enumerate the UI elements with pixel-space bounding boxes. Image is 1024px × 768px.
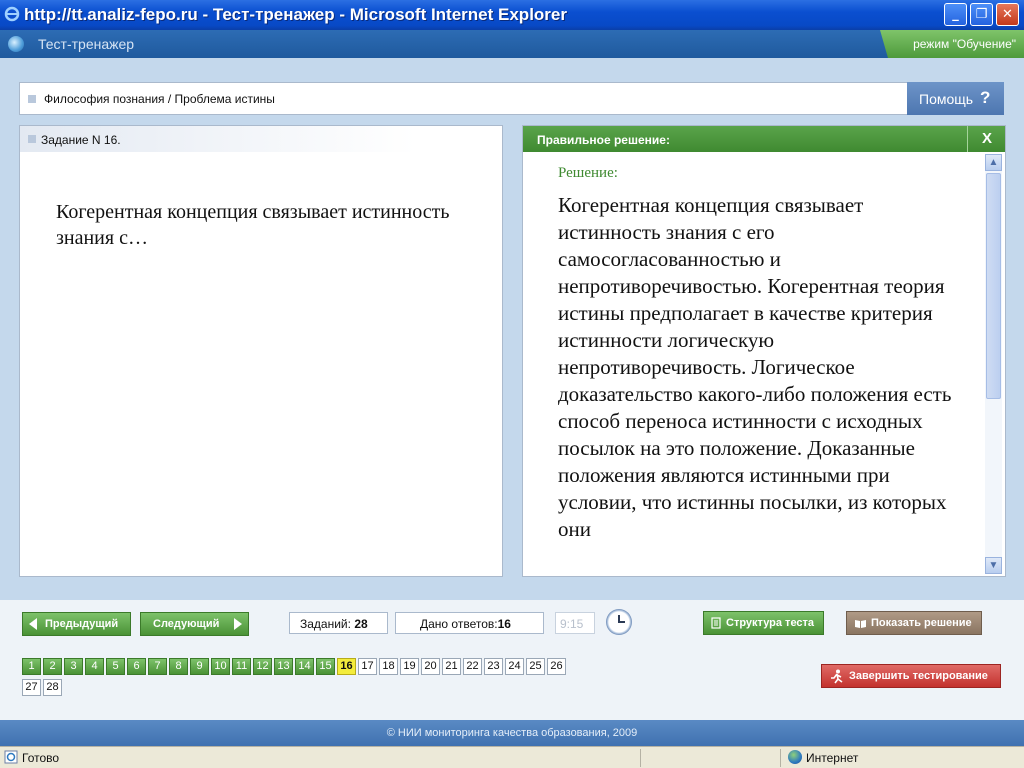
solution-heading: Решение: <box>558 165 618 181</box>
question-number-button[interactable]: 13 <box>274 658 293 675</box>
question-mark-icon: ? <box>980 88 991 107</box>
question-number-button[interactable]: 22 <box>463 658 482 675</box>
question-number-button[interactable]: 18 <box>379 658 398 675</box>
question-number-button[interactable]: 28 <box>43 679 62 696</box>
maximize-button[interactable]: ❐ <box>970 3 993 26</box>
bullet-square-icon <box>28 95 36 103</box>
question-number-button[interactable]: 2 <box>43 658 62 675</box>
solution-header: Правильное решение: X <box>523 126 1005 152</box>
question-number-button[interactable]: 4 <box>85 658 104 675</box>
answers-count-label: Дано ответов: <box>420 617 498 631</box>
app-header: Тест-тренажер режим "Обучение" <box>0 30 1024 58</box>
question-number-button[interactable]: 19 <box>400 658 419 675</box>
answers-count-box: Дано ответов:16 <box>395 612 544 634</box>
prev-label: Предыдущий <box>45 618 119 630</box>
test-structure-button[interactable]: Структура теста <box>703 611 824 635</box>
running-man-icon <box>831 669 843 684</box>
solution-panel-title: Правильное решение: <box>537 133 670 147</box>
timer-value: 9:15 <box>560 617 584 631</box>
book-icon <box>855 620 866 628</box>
question-number-button[interactable]: 27 <box>22 679 41 696</box>
app-logo-icon <box>8 36 24 52</box>
help-label: Помощь <box>919 91 974 107</box>
question-number-button[interactable]: 5 <box>106 658 125 675</box>
test-structure-label: Структура теста <box>726 617 815 629</box>
question-number-button[interactable]: 1 <box>22 658 41 675</box>
breadcrumb-text: Философия познания / Проблема истины <box>44 92 275 106</box>
task-question: Когерентная концепция связывает истиннос… <box>56 201 450 249</box>
globe-icon <box>788 750 802 764</box>
question-number-button[interactable]: 25 <box>526 658 545 675</box>
solution-scrollbar[interactable]: ▲ ▼ <box>985 154 1002 574</box>
arrow-right-icon <box>234 618 242 630</box>
task-panel: Задание N 16. Когерентная концепция связ… <box>19 125 503 577</box>
question-number-button[interactable]: 8 <box>169 658 188 675</box>
question-number-button[interactable]: 21 <box>442 658 461 675</box>
question-number-button[interactable]: 3 <box>64 658 83 675</box>
status-divider <box>780 749 781 767</box>
scroll-down-arrow-icon[interactable]: ▼ <box>985 557 1002 574</box>
close-window-button[interactable]: ✕ <box>996 3 1019 26</box>
question-number-button[interactable]: 23 <box>484 658 503 675</box>
scroll-up-arrow-icon[interactable]: ▲ <box>985 154 1002 171</box>
window-title-bar[interactable]: http://tt.analiz-fepo.ru - Тест-тренажер… <box>0 0 1024 30</box>
question-number-button[interactable]: 11 <box>232 658 251 675</box>
question-number-button[interactable]: 10 <box>211 658 230 675</box>
window-title: http://tt.analiz-fepo.ru - Тест-тренажер… <box>24 5 567 24</box>
mode-badge: режим "Обучение" <box>880 30 1024 58</box>
tasks-count-value: 28 <box>354 617 368 631</box>
tasks-count-label: Заданий: <box>300 617 351 631</box>
internet-explorer-icon <box>4 6 20 22</box>
minimize-button[interactable]: _ <box>944 3 967 26</box>
finish-test-button[interactable]: Завершить тестирование <box>821 664 1001 688</box>
status-divider <box>640 749 641 767</box>
question-number-button[interactable]: 9 <box>190 658 209 675</box>
solution-panel: Правильное решение: X Решение: Когерентн… <box>522 125 1006 577</box>
status-text: Готово <box>22 751 60 765</box>
question-number-button[interactable]: 7 <box>148 658 167 675</box>
solution-text: Когерентная концепция связывает истиннос… <box>558 193 952 541</box>
question-number-button[interactable]: 24 <box>505 658 524 675</box>
document-icon <box>711 617 721 629</box>
status-bar: Готово Интернет <box>0 746 1024 768</box>
app-title: Тест-тренажер <box>38 36 135 52</box>
prev-button[interactable]: Предыдущий <box>22 612 131 636</box>
page-icon <box>4 750 18 764</box>
help-button[interactable]: Помощь ? <box>907 82 1004 115</box>
scrollbar-thumb[interactable] <box>986 173 1001 399</box>
question-number-button[interactable]: 26 <box>547 658 566 675</box>
show-solution-button[interactable]: Показать решение <box>846 611 982 635</box>
breadcrumb: Философия познания / Проблема истины <box>19 82 908 115</box>
task-number: Задание N 16. <box>41 133 121 147</box>
answers-count-value: 16 <box>497 617 511 631</box>
bullet-square-icon <box>28 135 36 143</box>
show-solution-label: Показать решение <box>871 617 972 629</box>
question-number-button[interactable]: 6 <box>127 658 146 675</box>
close-solution-button[interactable]: X <box>967 126 1005 152</box>
clock-icon <box>606 609 632 635</box>
finish-test-label: Завершить тестирование <box>849 670 988 682</box>
next-label: Следующий <box>153 618 220 630</box>
arrow-left-icon <box>29 618 37 630</box>
footer: © НИИ мониторинга качества образования, … <box>0 720 1024 746</box>
security-zone-text: Интернет <box>806 751 859 765</box>
question-number-button[interactable]: 12 <box>253 658 272 675</box>
question-number-button[interactable]: 20 <box>421 658 440 675</box>
timer-display: 9:15 <box>555 612 595 634</box>
next-button[interactable]: Следующий <box>140 612 249 636</box>
question-number-button[interactable]: 15 <box>316 658 335 675</box>
copyright-text: © НИИ мониторинга качества образования, … <box>386 727 638 739</box>
question-number-button[interactable]: 17 <box>358 658 377 675</box>
question-number-button[interactable]: 14 <box>295 658 314 675</box>
question-number-button[interactable]: 16 <box>337 658 356 675</box>
clock-hand <box>618 621 625 623</box>
tasks-count-box: Заданий: 28 <box>289 612 388 634</box>
task-header: Задание N 16. <box>20 126 416 152</box>
mode-label: режим "Обучение" <box>913 37 1016 51</box>
